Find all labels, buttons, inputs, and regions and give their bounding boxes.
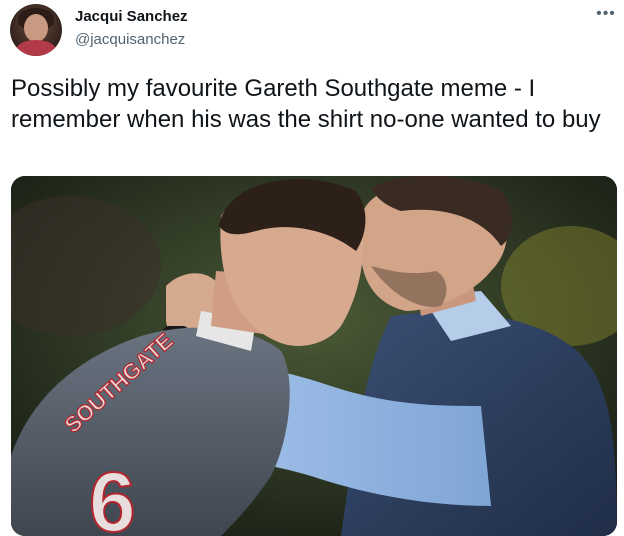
photo-illustration: SOUTHGATE 6 bbox=[11, 176, 617, 536]
more-options-icon[interactable]: ••• bbox=[594, 4, 618, 24]
author-handle[interactable]: @jacquisanchez bbox=[75, 31, 185, 48]
shirt-number: 6 bbox=[89, 455, 136, 536]
tweet: Jacqui Sanchez @jacquisanchez ••• Possib… bbox=[0, 0, 624, 536]
avatar-shirt bbox=[16, 40, 56, 56]
tweet-photo[interactable]: SOUTHGATE 6 bbox=[11, 176, 617, 536]
avatar-face bbox=[24, 14, 48, 42]
author-display-name[interactable]: Jacqui Sanchez bbox=[75, 8, 188, 25]
avatar[interactable] bbox=[10, 4, 62, 56]
tweet-text: Possibly my favourite Gareth Southgate m… bbox=[11, 75, 601, 133]
